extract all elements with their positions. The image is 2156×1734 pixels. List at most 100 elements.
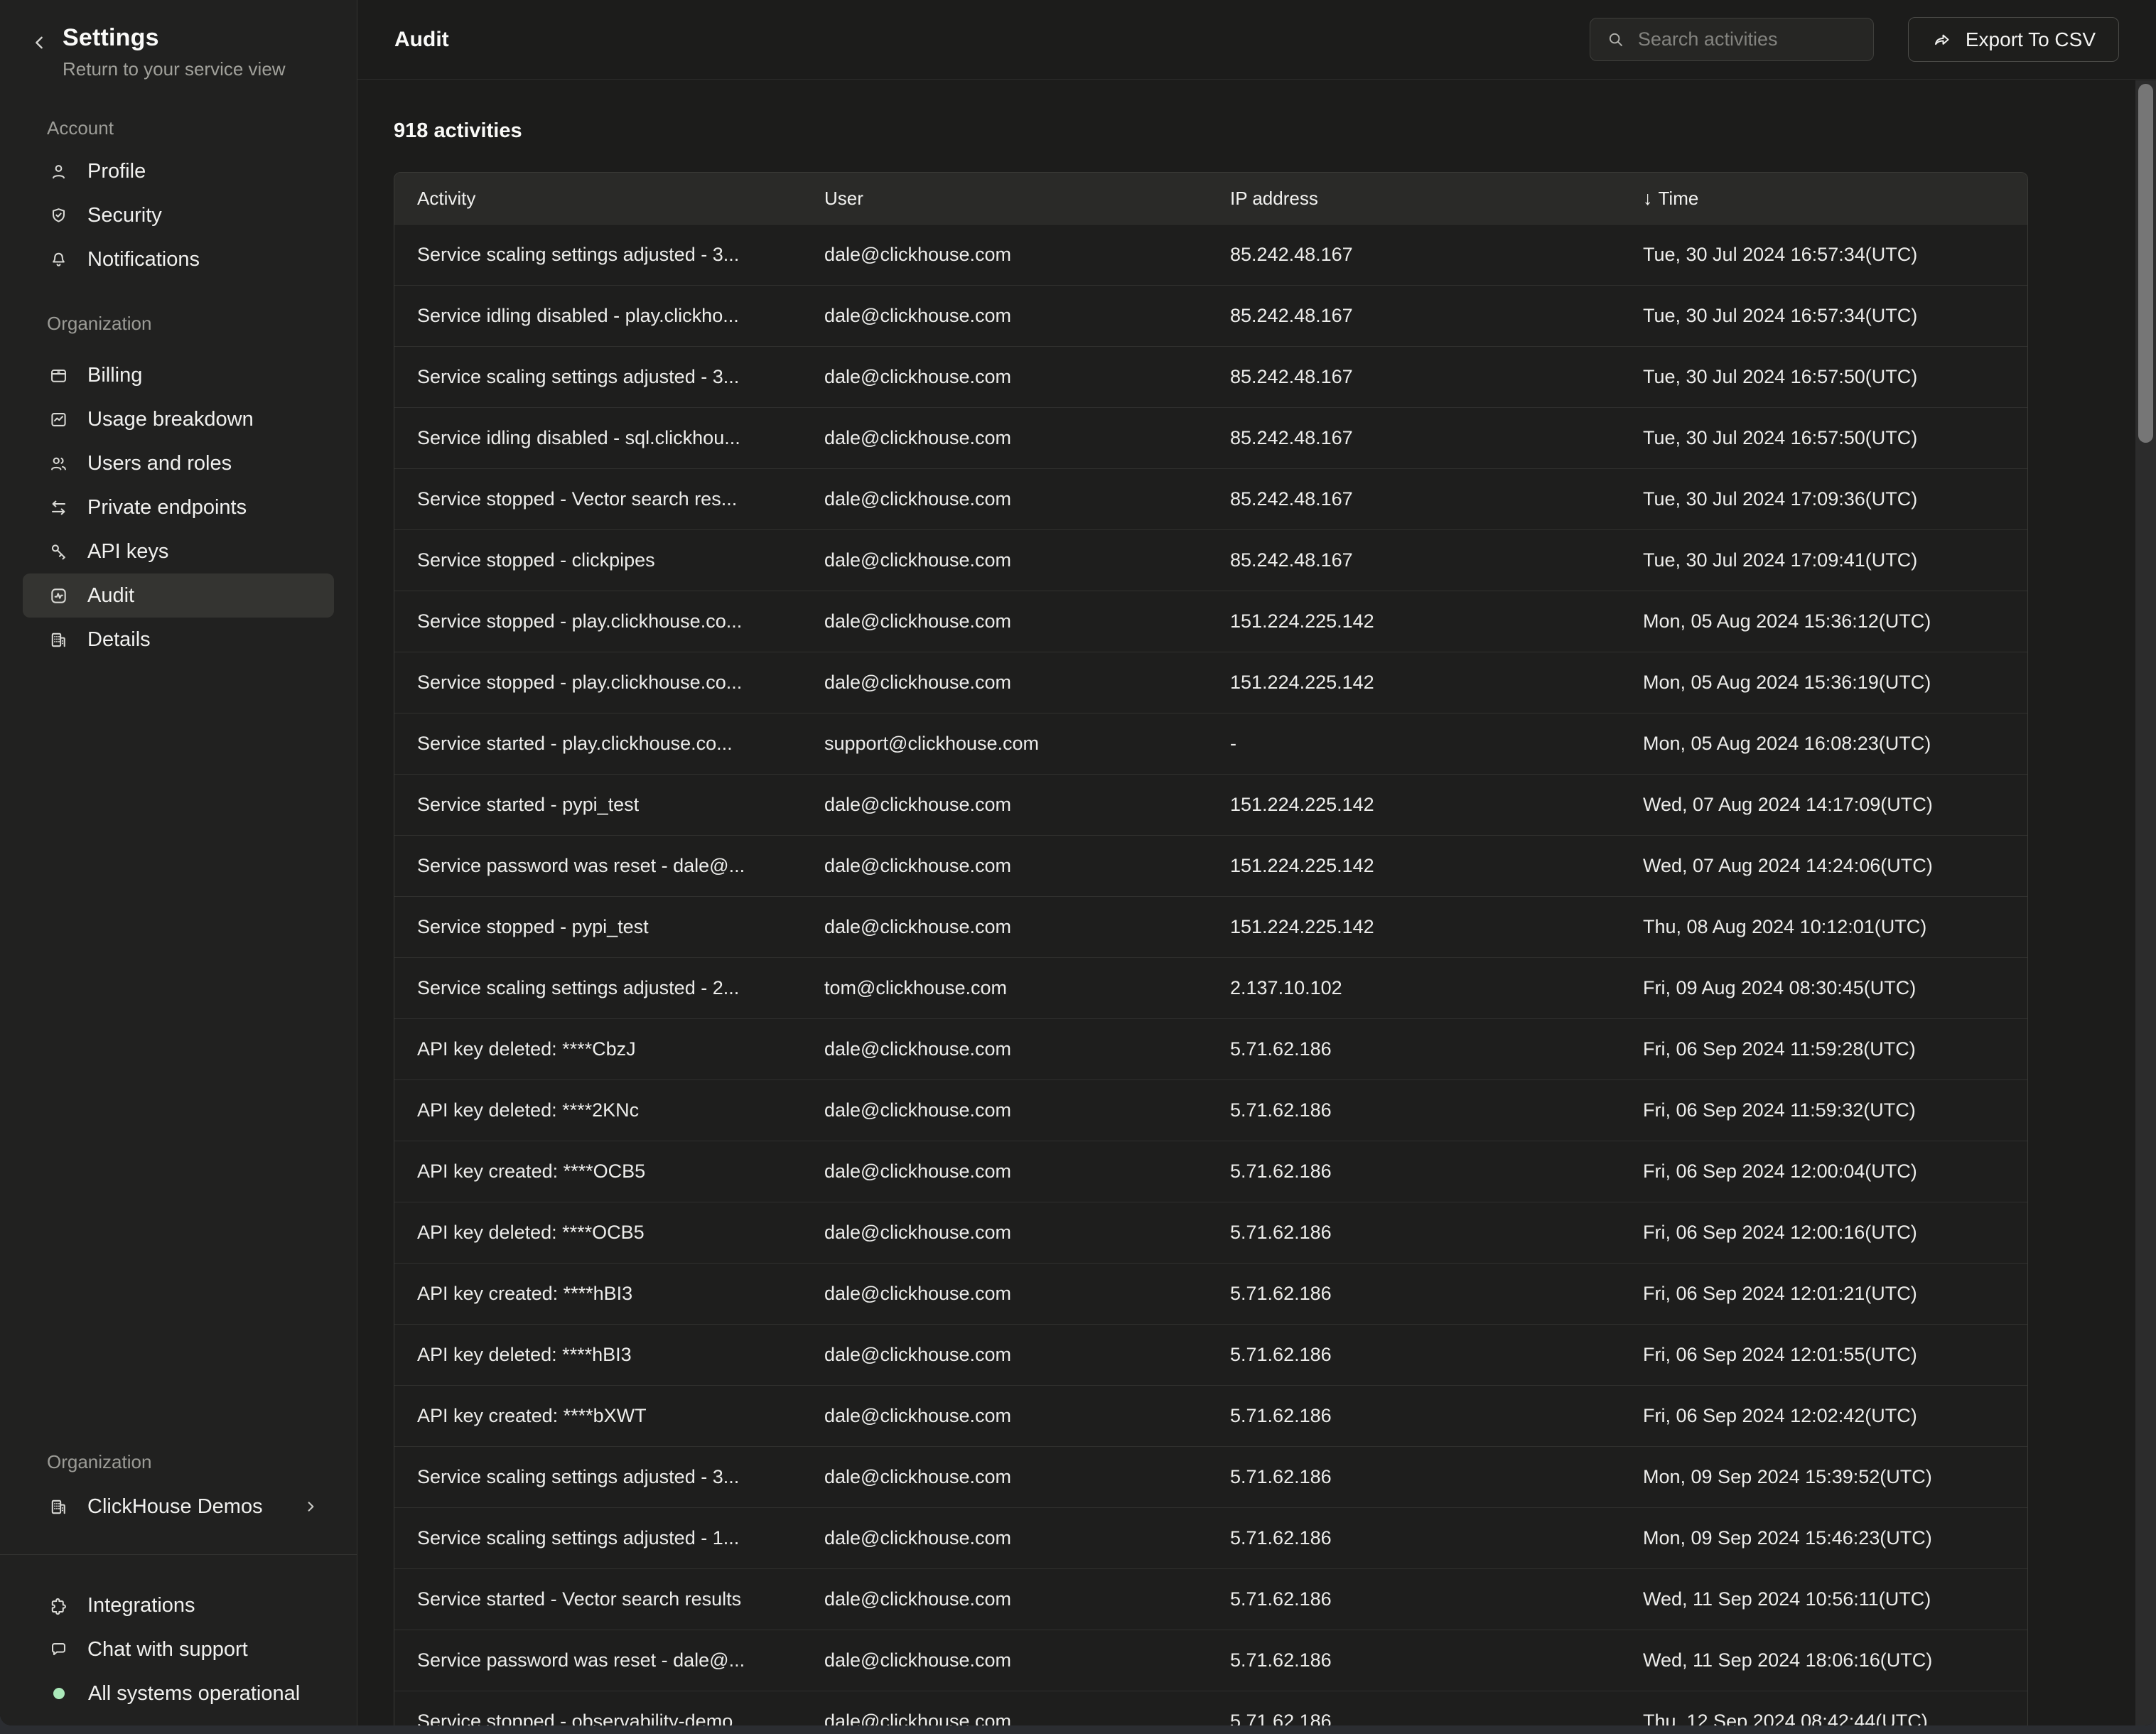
ip-cell: 85.242.48.167 [1230, 244, 1643, 266]
time-cell: Fri, 06 Sep 2024 12:02:42(UTC) [1643, 1405, 2027, 1427]
search-input[interactable] [1638, 28, 1858, 50]
ip-cell: 85.242.48.167 [1230, 549, 1643, 571]
chat-with-support-link[interactable]: Chat with support [23, 1627, 334, 1671]
shield-check-icon [48, 205, 69, 226]
table-row: API key deleted: ****CbzJdale@clickhouse… [394, 1018, 2027, 1079]
topbar: Audit Export To CSV [357, 0, 2156, 80]
activity-cell: API key created: ****bXWT [394, 1405, 824, 1427]
user-cell: dale@clickhouse.com [824, 855, 1230, 877]
time-cell: Fri, 09 Aug 2024 08:30:45(UTC) [1643, 977, 2027, 999]
user-cell: dale@clickhouse.com [824, 305, 1230, 327]
table-row: Service started - pypi_testdale@clickhou… [394, 774, 2027, 835]
activity-cell: Service scaling settings adjusted - 2... [394, 977, 824, 999]
sidebar-item-audit[interactable]: Audit [23, 573, 334, 618]
activity-cell: Service stopped - pypi_test [394, 916, 824, 938]
activity-cell: Service stopped - play.clickhouse.co... [394, 610, 824, 632]
activity-cell: API key deleted: ****2KNc [394, 1099, 824, 1121]
user-cell: support@clickhouse.com [824, 733, 1230, 755]
vertical-scrollbar[interactable] [2135, 80, 2156, 1725]
ip-cell: 151.224.225.142 [1230, 794, 1643, 816]
ip-cell: 85.242.48.167 [1230, 427, 1643, 449]
bell-icon [48, 249, 69, 270]
ip-cell: 2.137.10.102 [1230, 977, 1643, 999]
activity-cell: Service idling disabled - play.clickho..… [394, 305, 824, 327]
time-cell: Fri, 06 Sep 2024 11:59:28(UTC) [1643, 1038, 2027, 1060]
activity-cell: API key created: ****OCB5 [394, 1161, 824, 1183]
sidebar-item-users-and-roles[interactable]: Users and roles [23, 441, 334, 485]
user-cell: dale@clickhouse.com [824, 1405, 1230, 1427]
column-header-time-label: Time [1659, 188, 1699, 210]
time-cell: Wed, 07 Aug 2024 14:17:09(UTC) [1643, 794, 2027, 816]
time-cell: Mon, 09 Sep 2024 15:39:52(UTC) [1643, 1466, 2027, 1488]
ip-cell: 5.71.62.186 [1230, 1344, 1643, 1366]
section-label-organization-bottom: Organization [47, 1451, 357, 1473]
table-row: Service idling disabled - play.clickho..… [394, 285, 2027, 346]
table-row: Service password was reset - dale@...dal… [394, 1630, 2027, 1691]
export-button-label: Export To CSV [1966, 28, 2096, 51]
export-to-csv-button[interactable]: Export To CSV [1908, 17, 2119, 62]
chart-icon [48, 409, 69, 430]
integrations-label: Integrations [87, 1594, 195, 1617]
sidebar-item-private-endpoints[interactable]: Private endpoints [23, 485, 334, 529]
user-cell: dale@clickhouse.com [824, 1283, 1230, 1305]
ip-cell: 85.242.48.167 [1230, 366, 1643, 388]
table-row: API key deleted: ****OCB5dale@clickhouse… [394, 1202, 2027, 1263]
ip-cell: 85.242.48.167 [1230, 488, 1643, 510]
return-subtitle[interactable]: Return to your service view [63, 58, 286, 80]
table-row: Service stopped - play.clickhouse.co...d… [394, 591, 2027, 652]
section-label-organization: Organization [47, 313, 357, 335]
column-header-user[interactable]: User [824, 188, 1230, 210]
organization-switcher[interactable]: ClickHouse Demos [23, 1485, 334, 1529]
activity-cell: Service started - Vector search results [394, 1588, 824, 1610]
sidebar-item-label: Notifications [87, 248, 200, 271]
ip-cell: 5.71.62.186 [1230, 1222, 1643, 1244]
sidebar-item-api-keys[interactable]: API keys [23, 529, 334, 573]
column-header-ip[interactable]: IP address [1230, 188, 1643, 210]
integrations-link[interactable]: Integrations [23, 1583, 334, 1627]
activity-cell: Service stopped - observability-demo [394, 1711, 824, 1725]
table-row: Service idling disabled - sql.clickhou..… [394, 407, 2027, 468]
table-row: Service scaling settings adjusted - 3...… [394, 224, 2027, 285]
system-status-link[interactable]: All systems operational [23, 1671, 334, 1716]
activity-cell: Service stopped - clickpipes [394, 549, 824, 571]
time-cell: Tue, 30 Jul 2024 16:57:34(UTC) [1643, 305, 2027, 327]
audit-main: Audit Export To CSV 918 activities Activ… [357, 0, 2156, 1725]
search-box[interactable] [1590, 18, 1874, 61]
time-cell: Tue, 30 Jul 2024 17:09:41(UTC) [1643, 549, 2027, 571]
sidebar-item-label: Details [87, 628, 151, 652]
back-button[interactable] [30, 24, 63, 80]
user-cell: dale@clickhouse.com [824, 244, 1230, 266]
sidebar-item-details[interactable]: Details [23, 618, 334, 662]
sidebar-item-usage-breakdown[interactable]: Usage breakdown [23, 397, 334, 441]
ip-cell: 151.224.225.142 [1230, 916, 1643, 938]
sidebar-item-billing[interactable]: Billing [23, 353, 334, 397]
time-cell: Fri, 06 Sep 2024 12:00:16(UTC) [1643, 1222, 2027, 1244]
sidebar-item-security[interactable]: Security [23, 193, 334, 237]
ip-cell: 5.71.62.186 [1230, 1649, 1643, 1671]
sidebar-item-label: Audit [87, 584, 134, 608]
sidebar-titles: Settings Return to your service view [63, 24, 286, 80]
table-header-row: Activity User IP address ↓ Time [394, 173, 2027, 224]
audit-table: Activity User IP address ↓ Time Service … [394, 172, 2028, 1725]
settings-title: Settings [63, 24, 286, 52]
user-cell: dale@clickhouse.com [824, 794, 1230, 816]
time-cell: Wed, 11 Sep 2024 10:56:11(UTC) [1643, 1588, 2027, 1610]
column-header-time[interactable]: ↓ Time [1643, 188, 2027, 210]
table-row: Service started - play.clickhouse.co...s… [394, 713, 2027, 774]
ip-cell: 5.71.62.186 [1230, 1588, 1643, 1610]
table-row: Service scaling settings adjusted - 1...… [394, 1507, 2027, 1568]
sidebar-item-profile[interactable]: Profile [23, 149, 334, 193]
activity-cell: Service stopped - Vector search res... [394, 488, 824, 510]
sidebar-item-label: Profile [87, 160, 146, 183]
app-window: Settings Return to your service view Acc… [0, 0, 2156, 1725]
arrows-swap-icon [48, 497, 69, 518]
ip-cell: 5.71.62.186 [1230, 1038, 1643, 1060]
user-cell: dale@clickhouse.com [824, 1161, 1230, 1183]
activity-cell: API key deleted: ****hBI3 [394, 1344, 824, 1366]
building-icon [48, 1497, 69, 1517]
user-cell: dale@clickhouse.com [824, 1711, 1230, 1725]
sidebar-item-notifications[interactable]: Notifications [23, 237, 334, 281]
scrollbar-thumb[interactable] [2138, 84, 2153, 443]
column-header-activity[interactable]: Activity [394, 188, 824, 210]
table-body: Service scaling settings adjusted - 3...… [394, 224, 2027, 1725]
